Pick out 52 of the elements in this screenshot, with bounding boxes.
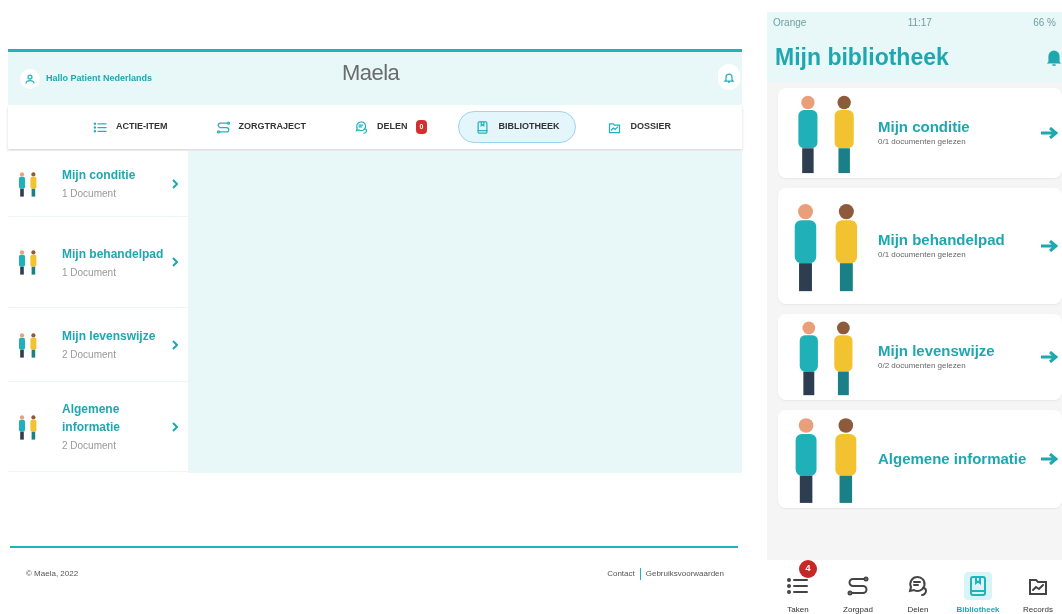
chevron-icon [172,339,178,350]
category-card[interactable]: Mijn behandelpad 0/1 documenten gelezen [778,188,1062,304]
card-title: Algemene informatie [878,450,1028,468]
logo: Maela [342,62,400,84]
nav-tab[interactable]: BIBLIOTHEEK [458,111,577,143]
card-title: Mijn behandelpad [878,231,1006,249]
chevron-icon [172,257,178,267]
category-title: Mijn behandelpad [62,245,165,263]
page-title: Mijn bibliotheek [775,42,949,72]
battery-text: 66 % [1033,15,1056,30]
document-count: 2 Document [62,348,117,362]
tab-bar-item[interactable]: Delen [899,560,937,614]
footer-link[interactable]: Gebruiksvoorwaarden [645,568,724,580]
chevron-icon [172,421,178,432]
category-title: Mijn levenswijze [62,328,157,345]
count-badge: 4 [799,560,817,578]
card-title: Mijn conditie [878,118,971,136]
avatar-icon [20,68,40,89]
document-count: 1 Document [62,265,117,280]
card-title: Mijn levenswijze [878,342,996,360]
category-card[interactable]: Mijn conditie 0/1 documenten gelezen [778,88,1062,178]
arrow-icon [1040,453,1058,465]
chevron-icon [172,178,178,189]
chat-phone-icon [354,119,369,135]
nav-tab[interactable]: ZORGTRAJECT [198,111,323,143]
read-count: 0/1 documenten gelezen [878,249,967,261]
arrow-icon [1040,127,1058,139]
notification-button[interactable] [718,64,740,90]
carrier-text: Orange [773,15,807,30]
document-count: 2 Document [62,439,117,453]
tab-bar-item[interactable]: Records [1019,560,1057,614]
read-count: 0/2 documenten gelezen [878,360,967,372]
nav-tab[interactable]: DOSSIER [590,111,688,143]
document-count: 1 Document [62,187,117,201]
arrow-icon [1040,240,1058,252]
category-title: Mijn conditie [62,167,137,184]
route-icon [215,119,231,135]
copyright-text: © Maela, 2022 [26,568,79,580]
nav-tab[interactable]: ACTIE-ITEM [76,111,185,143]
route-icon [846,574,870,598]
bell-icon [723,70,735,84]
book-icon [475,119,491,135]
greeting-text: Hallo Patient Nederlands [46,71,153,85]
tab-bar-item[interactable]: Taken 4 [779,560,817,614]
arrow-icon [1040,351,1058,363]
tab-bar-item[interactable]: Zorgpad [839,560,877,614]
category-card[interactable]: Mijn levenswijze 0/2 documenten gelezen [778,314,1062,400]
status-time: 11:17 [907,15,932,30]
category-title: Algemene informatie [62,401,121,436]
footer-link[interactable]: Contact [607,568,635,580]
chat-phone-icon [906,574,930,598]
read-count: 0/1 documenten gelezen [878,136,967,148]
